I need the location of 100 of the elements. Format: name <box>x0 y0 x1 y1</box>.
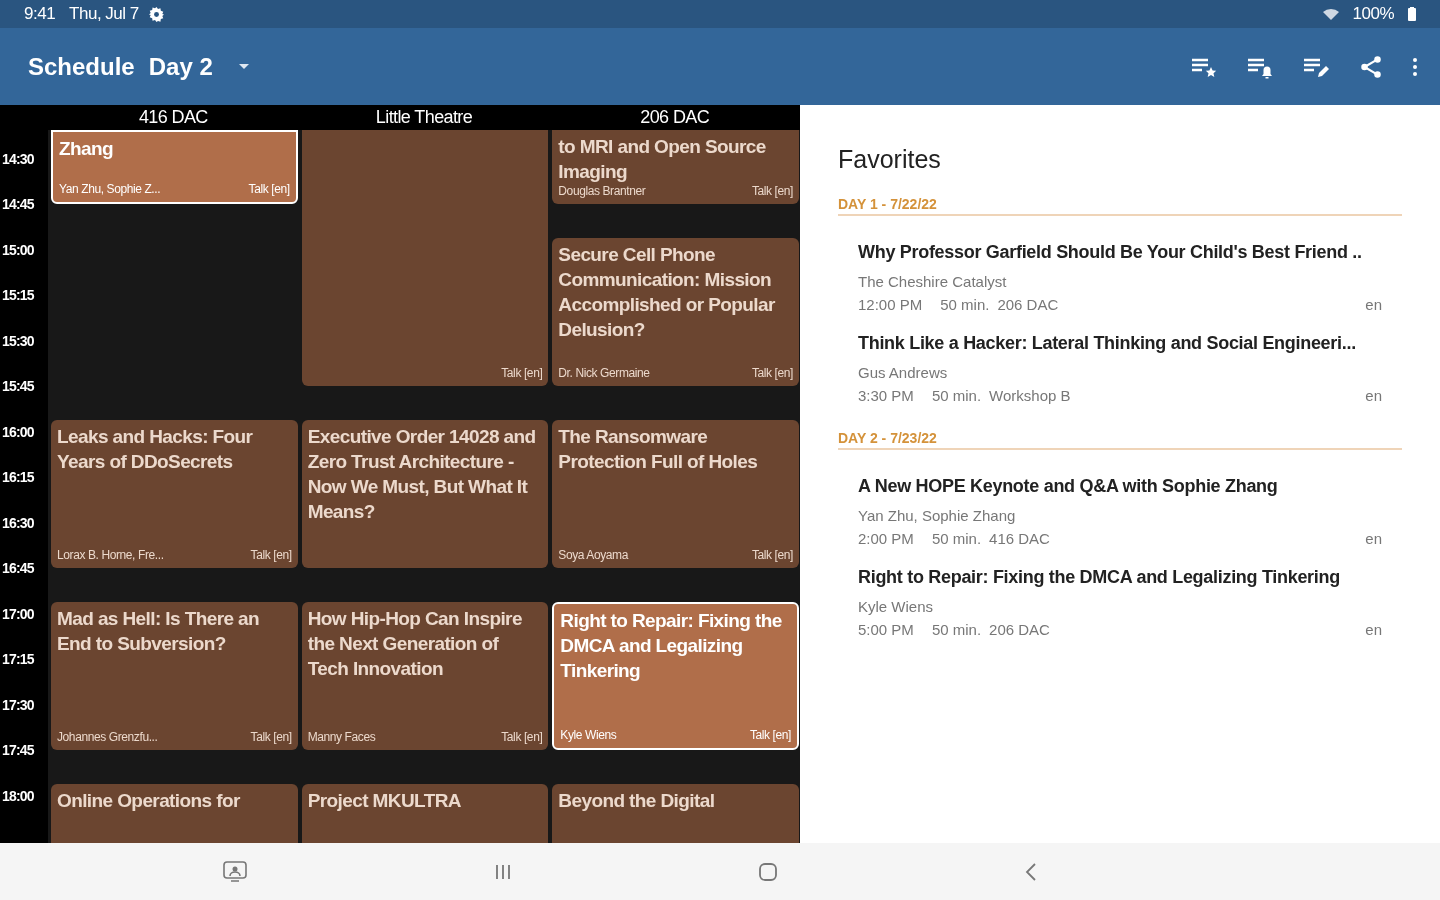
session-card[interactable]: How Hip-Hop Can Inspire the Next Generation of Tech Innovation Manny Faces Talk [en] <box>301 602 549 750</box>
session-card[interactable]: Executive Order 14028 and Zero Trust Architecture - Now We Must, But What It Means? <box>301 420 549 568</box>
session-speakers: Dr. Nick Germaine <box>558 365 650 380</box>
favorite-title[interactable]: Think Like a Hacker: Lateral Thinking and Social Engineeri... <box>858 333 1382 354</box>
favorite-time: 3:30 PM <box>858 387 914 404</box>
recents-icon[interactable] <box>493 862 512 881</box>
session-card[interactable]: Right to Repair: Fixing the DMCA and Legalizing Tinkering Kyle Wiens Talk [en] <box>552 602 799 750</box>
favorite-speakers: The Cheshire Catalyst <box>858 273 1008 290</box>
session-title: Right to Repair: Fixing the DMCA and Legalizing Tinkering <box>560 609 783 683</box>
favorite-language: en <box>1365 530 1382 547</box>
session-speakers: Johannes Grenzfu... <box>57 729 158 744</box>
wifi-icon <box>1322 8 1339 20</box>
session-title: How Hip-Hop Can Inspire the Next Generation of Tech Innovation <box>307 607 523 681</box>
favorite-duration: 50 min. <box>931 621 982 638</box>
session-type: Talk [en] <box>751 184 793 198</box>
time-label: 15:00 <box>2 242 34 258</box>
session-card[interactable]: Talk [en] <box>301 130 549 386</box>
favorite-time: 5:00 PM <box>858 621 914 638</box>
session-card[interactable]: Project MKULTRA <box>301 784 549 843</box>
session-type: Talk [en] <box>250 547 292 562</box>
session-type: Talk [en] <box>248 181 290 196</box>
favorite-duration: 50 min. <box>931 387 982 404</box>
session-title: The Ransomware Protection Full of Holes <box>558 425 759 474</box>
session-card[interactable]: Secure Cell Phone Communication: Mission Accomplished or Popular Delusion? Dr. Nick Germaine Talk [en] <box>552 238 799 386</box>
favorite-speakers: Gus Andrews <box>858 364 949 381</box>
favorite-room: 206 DAC <box>989 621 1050 638</box>
time-label: 17:00 <box>2 606 34 622</box>
session-title: Online Operations for <box>57 789 241 813</box>
favorite-title[interactable]: Why Professor Garfield Should Be Your Child's Best Friend .. <box>858 242 1382 263</box>
session-title: Zhang <box>59 137 114 161</box>
favorite-room: 206 DAC <box>997 296 1059 313</box>
session-speakers: Yan Zhu, Sophie Z... <box>59 181 161 196</box>
screen-icon[interactable] <box>223 860 248 883</box>
settings-icon <box>148 6 164 22</box>
app-title: Schedule <box>28 52 135 81</box>
session-speakers: Manny Faces <box>307 729 376 744</box>
time-label: 16:15 <box>2 469 34 486</box>
time-label: 15:45 <box>2 378 34 395</box>
share-icon[interactable] <box>1358 53 1384 80</box>
favorite-room: Workshop B <box>989 387 1071 404</box>
battery-icon <box>1408 7 1416 21</box>
favorite-time: 12:00 PM <box>858 296 923 313</box>
time-label: 15:30 <box>2 333 34 349</box>
session-title: Mad as Hell: Is There an End to Subversion? <box>57 607 261 656</box>
caret-icon <box>238 64 249 69</box>
session-card[interactable]: The Ransomware Protection Full of Holes Soya Aoyama Talk [en] <box>552 420 799 568</box>
favorite-room: 416 DAC <box>989 530 1050 547</box>
time-label: 14:30 <box>2 151 34 167</box>
room-header: 206 DAC <box>639 107 711 128</box>
room-header: 416 DAC <box>137 107 209 128</box>
battery-level: 100% <box>1352 4 1394 24</box>
time-label: 15:15 <box>2 287 34 304</box>
favorites-title: Favorites <box>838 145 942 174</box>
session-type: Talk [en] <box>749 727 791 742</box>
time-label: 17:45 <box>2 742 34 759</box>
favorite-title[interactable]: Right to Repair: Fixing the DMCA and Legalizing Tinkering <box>858 567 1382 588</box>
time-label: 17:30 <box>2 697 34 713</box>
session-card[interactable]: Beyond the Digital <box>552 784 799 843</box>
session-card[interactable]: to MRI and Open Source Imaging Douglas Brantner Talk [en] <box>552 130 799 204</box>
session-type: Talk [en] <box>751 547 793 562</box>
day-header: DAY 2 - 7/23/22 <box>838 430 1402 450</box>
session-speakers: Douglas Brantner <box>558 184 646 198</box>
favorite-language: en <box>1365 621 1382 638</box>
time-label: 17:15 <box>2 651 34 668</box>
status-time: 9:41 <box>24 4 56 24</box>
favorite-language: en <box>1365 296 1382 313</box>
session-speakers: Kyle Wiens <box>560 727 617 742</box>
session-type: Talk [en] <box>501 365 543 380</box>
time-label: 16:45 <box>2 560 34 577</box>
session-speakers: Lorax B. Horne, Fre... <box>57 547 164 562</box>
favorite-title[interactable]: A New HOPE Keynote and Q&A with Sophie Zhang <box>858 476 1382 497</box>
more-options-icon[interactable] <box>1412 56 1418 77</box>
session-type: Talk [en] <box>250 729 292 744</box>
favorite-duration: 50 min. <box>931 530 982 547</box>
session-type: Talk [en] <box>751 365 793 380</box>
session-card[interactable]: Mad as Hell: Is There an End to Subversion? Johannes Grenzfu... Talk [en] <box>51 602 298 750</box>
session-type: Talk [en] <box>501 729 543 744</box>
session-card[interactable]: Zhang Yan Zhu, Sophie Z... Talk [en] <box>51 130 298 204</box>
favorite-speakers: Kyle Wiens <box>858 598 935 615</box>
back-icon[interactable] <box>1024 861 1037 882</box>
session-title: Project MKULTRA <box>307 789 462 813</box>
favorite-language: en <box>1365 387 1382 404</box>
session-title: to MRI and Open Source Imaging <box>558 135 767 184</box>
day-dropdown[interactable]: Day 2 <box>148 52 249 81</box>
favorite-time: 2:00 PM <box>858 530 914 547</box>
session-card[interactable]: Leaks and Hacks: Four Years of DDoSecrets Lorax B. Horne, Fre... Talk [en] <box>51 420 298 568</box>
session-card[interactable]: Online Operations for <box>51 784 298 843</box>
session-speakers: Soya Aoyama <box>558 547 628 562</box>
time-label: 18:00 <box>2 788 34 804</box>
day-header: DAY 1 - 7/22/22 <box>838 196 1402 216</box>
time-label: 16:00 <box>2 424 34 440</box>
room-header: Little Theatre <box>374 107 474 128</box>
session-title: Secure Cell Phone Communication: Mission Accomplished or Popular Delusion? <box>558 243 776 342</box>
status-date: Thu, Jul 7 <box>69 4 139 24</box>
home-icon[interactable] <box>758 861 779 882</box>
favorite-speakers: Yan Zhu, Sophie Zhang <box>858 507 1017 524</box>
favorite-duration: 50 min. <box>940 296 990 313</box>
session-title: Executive Order 14028 and Zero Trust Architecture - Now We Must, But What It Means? <box>307 425 537 524</box>
session-title: Beyond the Digital <box>558 789 716 813</box>
time-label: 14:45 <box>2 196 34 213</box>
